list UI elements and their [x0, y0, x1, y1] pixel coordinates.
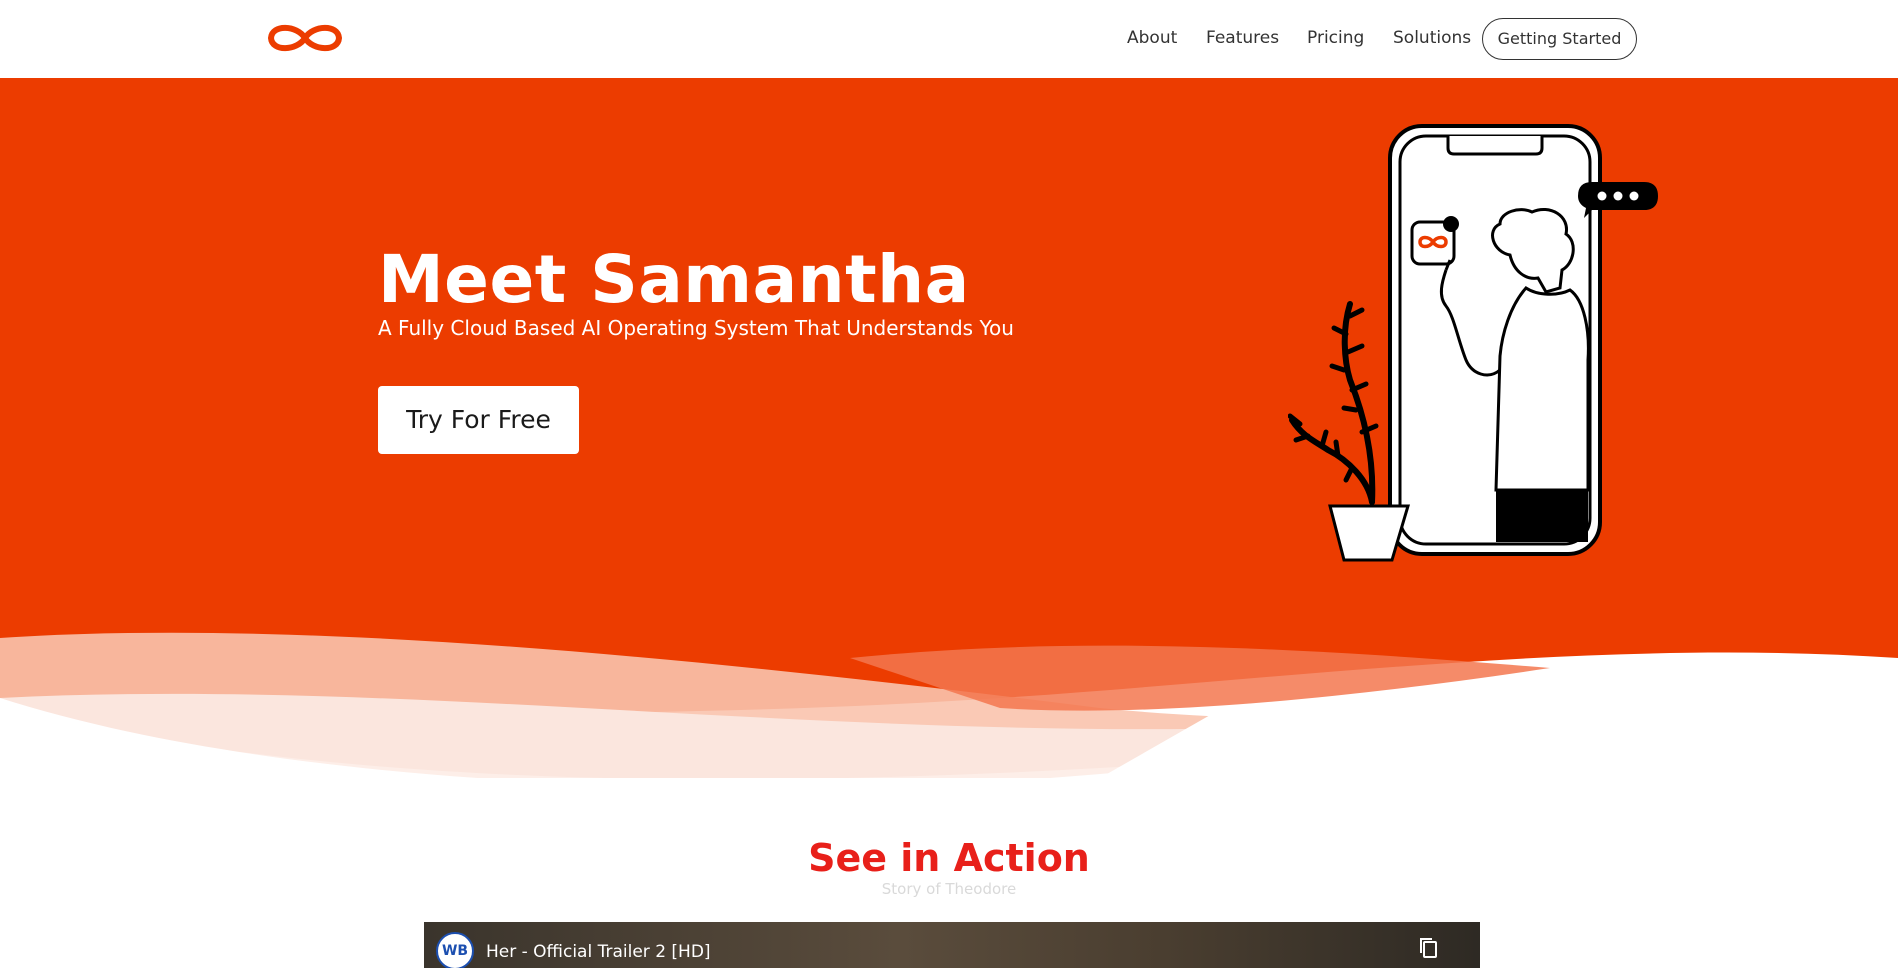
phone-person-plant-illustration — [1288, 124, 1658, 562]
nav-link-features[interactable]: Features — [1206, 28, 1279, 48]
nav-link-about[interactable]: About — [1127, 28, 1177, 48]
section-subtitle: Story of Theodore — [881, 880, 1017, 898]
video-title[interactable]: Her - Official Trailer 2 [HD] — [486, 942, 711, 962]
hero-title: Meet Samantha — [378, 241, 970, 318]
try-for-free-button[interactable]: Try For Free — [378, 386, 579, 454]
hero-section: Meet Samantha A Fully Cloud Based AI Ope… — [0, 78, 1898, 778]
channel-avatar-icon[interactable]: WB — [436, 932, 474, 968]
section-title: See in Action — [808, 836, 1090, 880]
nav-link-pricing[interactable]: Pricing — [1307, 28, 1364, 48]
getting-started-button[interactable]: Getting Started — [1482, 18, 1637, 60]
infinity-logo-icon[interactable] — [264, 18, 346, 58]
video-embed[interactable]: WB Her - Official Trailer 2 [HD] — [424, 922, 1480, 968]
copy-link-icon[interactable] — [1418, 936, 1440, 960]
nav-link-solutions[interactable]: Solutions — [1393, 28, 1471, 48]
hero-subtitle: A Fully Cloud Based AI Operating System … — [378, 316, 1014, 340]
navbar: About Features Pricing Solutions Getting… — [0, 0, 1898, 78]
